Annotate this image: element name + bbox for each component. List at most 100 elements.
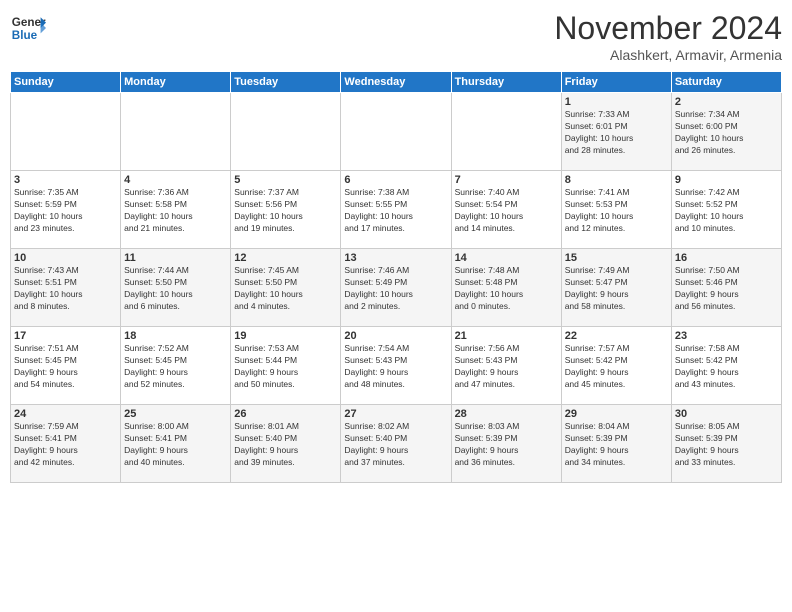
day-info: Sunrise: 7:50 AM Sunset: 5:46 PM Dayligh…: [675, 265, 778, 313]
calendar-week-4: 17Sunrise: 7:51 AM Sunset: 5:45 PM Dayli…: [11, 327, 782, 405]
table-row: 26Sunrise: 8:01 AM Sunset: 5:40 PM Dayli…: [231, 405, 341, 483]
day-number: 8: [565, 174, 668, 186]
table-row: [231, 93, 341, 171]
day-number: 12: [234, 252, 337, 264]
table-row: 21Sunrise: 7:56 AM Sunset: 5:43 PM Dayli…: [451, 327, 561, 405]
day-number: 30: [675, 408, 778, 420]
title-block: November 2024 Alashkert, Armavir, Armeni…: [554, 10, 782, 63]
day-info: Sunrise: 7:44 AM Sunset: 5:50 PM Dayligh…: [124, 265, 227, 313]
calendar-week-3: 10Sunrise: 7:43 AM Sunset: 5:51 PM Dayli…: [11, 249, 782, 327]
table-row: 16Sunrise: 7:50 AM Sunset: 5:46 PM Dayli…: [671, 249, 781, 327]
day-number: 9: [675, 174, 778, 186]
day-number: 15: [565, 252, 668, 264]
day-number: 2: [675, 96, 778, 108]
day-number: 13: [344, 252, 447, 264]
day-number: 6: [344, 174, 447, 186]
day-info: Sunrise: 7:54 AM Sunset: 5:43 PM Dayligh…: [344, 343, 447, 391]
calendar-page: General Blue November 2024 Alashkert, Ar…: [0, 0, 792, 612]
table-row: 20Sunrise: 7:54 AM Sunset: 5:43 PM Dayli…: [341, 327, 451, 405]
day-info: Sunrise: 7:59 AM Sunset: 5:41 PM Dayligh…: [14, 421, 117, 469]
col-thursday: Thursday: [451, 72, 561, 93]
day-info: Sunrise: 7:42 AM Sunset: 5:52 PM Dayligh…: [675, 187, 778, 235]
day-number: 18: [124, 330, 227, 342]
location: Alashkert, Armavir, Armenia: [554, 47, 782, 63]
day-number: 25: [124, 408, 227, 420]
day-number: 10: [14, 252, 117, 264]
day-info: Sunrise: 8:03 AM Sunset: 5:39 PM Dayligh…: [455, 421, 558, 469]
table-row: 10Sunrise: 7:43 AM Sunset: 5:51 PM Dayli…: [11, 249, 121, 327]
day-number: 7: [455, 174, 558, 186]
table-row: 29Sunrise: 8:04 AM Sunset: 5:39 PM Dayli…: [561, 405, 671, 483]
table-row: 11Sunrise: 7:44 AM Sunset: 5:50 PM Dayli…: [121, 249, 231, 327]
day-info: Sunrise: 7:36 AM Sunset: 5:58 PM Dayligh…: [124, 187, 227, 235]
day-number: 5: [234, 174, 337, 186]
col-tuesday: Tuesday: [231, 72, 341, 93]
day-number: 22: [565, 330, 668, 342]
day-number: 4: [124, 174, 227, 186]
day-number: 1: [565, 96, 668, 108]
table-row: 1Sunrise: 7:33 AM Sunset: 6:01 PM Daylig…: [561, 93, 671, 171]
day-info: Sunrise: 8:01 AM Sunset: 5:40 PM Dayligh…: [234, 421, 337, 469]
day-info: Sunrise: 7:56 AM Sunset: 5:43 PM Dayligh…: [455, 343, 558, 391]
day-info: Sunrise: 7:34 AM Sunset: 6:00 PM Dayligh…: [675, 109, 778, 157]
day-info: Sunrise: 7:48 AM Sunset: 5:48 PM Dayligh…: [455, 265, 558, 313]
logo: General Blue: [10, 10, 46, 46]
day-info: Sunrise: 7:33 AM Sunset: 6:01 PM Dayligh…: [565, 109, 668, 157]
day-info: Sunrise: 7:46 AM Sunset: 5:49 PM Dayligh…: [344, 265, 447, 313]
day-info: Sunrise: 7:52 AM Sunset: 5:45 PM Dayligh…: [124, 343, 227, 391]
day-info: Sunrise: 7:45 AM Sunset: 5:50 PM Dayligh…: [234, 265, 337, 313]
svg-text:Blue: Blue: [12, 29, 38, 42]
day-number: 19: [234, 330, 337, 342]
table-row: 9Sunrise: 7:42 AM Sunset: 5:52 PM Daylig…: [671, 171, 781, 249]
day-number: 29: [565, 408, 668, 420]
table-row: 25Sunrise: 8:00 AM Sunset: 5:41 PM Dayli…: [121, 405, 231, 483]
day-info: Sunrise: 7:37 AM Sunset: 5:56 PM Dayligh…: [234, 187, 337, 235]
col-monday: Monday: [121, 72, 231, 93]
calendar-week-2: 3Sunrise: 7:35 AM Sunset: 5:59 PM Daylig…: [11, 171, 782, 249]
header: General Blue November 2024 Alashkert, Ar…: [10, 10, 782, 63]
table-row: 8Sunrise: 7:41 AM Sunset: 5:53 PM Daylig…: [561, 171, 671, 249]
table-row: 18Sunrise: 7:52 AM Sunset: 5:45 PM Dayli…: [121, 327, 231, 405]
table-row: 3Sunrise: 7:35 AM Sunset: 5:59 PM Daylig…: [11, 171, 121, 249]
calendar-week-5: 24Sunrise: 7:59 AM Sunset: 5:41 PM Dayli…: [11, 405, 782, 483]
table-row: 17Sunrise: 7:51 AM Sunset: 5:45 PM Dayli…: [11, 327, 121, 405]
table-row: 4Sunrise: 7:36 AM Sunset: 5:58 PM Daylig…: [121, 171, 231, 249]
day-number: 27: [344, 408, 447, 420]
col-sunday: Sunday: [11, 72, 121, 93]
table-row: 24Sunrise: 7:59 AM Sunset: 5:41 PM Dayli…: [11, 405, 121, 483]
day-number: 23: [675, 330, 778, 342]
day-number: 3: [14, 174, 117, 186]
day-number: 26: [234, 408, 337, 420]
col-friday: Friday: [561, 72, 671, 93]
calendar-table: Sunday Monday Tuesday Wednesday Thursday…: [10, 71, 782, 483]
table-row: 22Sunrise: 7:57 AM Sunset: 5:42 PM Dayli…: [561, 327, 671, 405]
day-info: Sunrise: 8:02 AM Sunset: 5:40 PM Dayligh…: [344, 421, 447, 469]
day-info: Sunrise: 7:53 AM Sunset: 5:44 PM Dayligh…: [234, 343, 337, 391]
day-info: Sunrise: 8:00 AM Sunset: 5:41 PM Dayligh…: [124, 421, 227, 469]
day-number: 28: [455, 408, 558, 420]
day-info: Sunrise: 7:43 AM Sunset: 5:51 PM Dayligh…: [14, 265, 117, 313]
table-row: 28Sunrise: 8:03 AM Sunset: 5:39 PM Dayli…: [451, 405, 561, 483]
table-row: [11, 93, 121, 171]
day-info: Sunrise: 7:41 AM Sunset: 5:53 PM Dayligh…: [565, 187, 668, 235]
table-row: 6Sunrise: 7:38 AM Sunset: 5:55 PM Daylig…: [341, 171, 451, 249]
table-row: 30Sunrise: 8:05 AM Sunset: 5:39 PM Dayli…: [671, 405, 781, 483]
table-row: [121, 93, 231, 171]
day-info: Sunrise: 7:35 AM Sunset: 5:59 PM Dayligh…: [14, 187, 117, 235]
table-row: [451, 93, 561, 171]
day-number: 16: [675, 252, 778, 264]
day-number: 17: [14, 330, 117, 342]
col-wednesday: Wednesday: [341, 72, 451, 93]
day-number: 20: [344, 330, 447, 342]
day-info: Sunrise: 7:58 AM Sunset: 5:42 PM Dayligh…: [675, 343, 778, 391]
table-row: 27Sunrise: 8:02 AM Sunset: 5:40 PM Dayli…: [341, 405, 451, 483]
table-row: 7Sunrise: 7:40 AM Sunset: 5:54 PM Daylig…: [451, 171, 561, 249]
month-title: November 2024: [554, 10, 782, 47]
calendar-header-row: Sunday Monday Tuesday Wednesday Thursday…: [11, 72, 782, 93]
table-row: [341, 93, 451, 171]
day-info: Sunrise: 7:38 AM Sunset: 5:55 PM Dayligh…: [344, 187, 447, 235]
table-row: 13Sunrise: 7:46 AM Sunset: 5:49 PM Dayli…: [341, 249, 451, 327]
table-row: 12Sunrise: 7:45 AM Sunset: 5:50 PM Dayli…: [231, 249, 341, 327]
table-row: 5Sunrise: 7:37 AM Sunset: 5:56 PM Daylig…: [231, 171, 341, 249]
day-info: Sunrise: 7:57 AM Sunset: 5:42 PM Dayligh…: [565, 343, 668, 391]
